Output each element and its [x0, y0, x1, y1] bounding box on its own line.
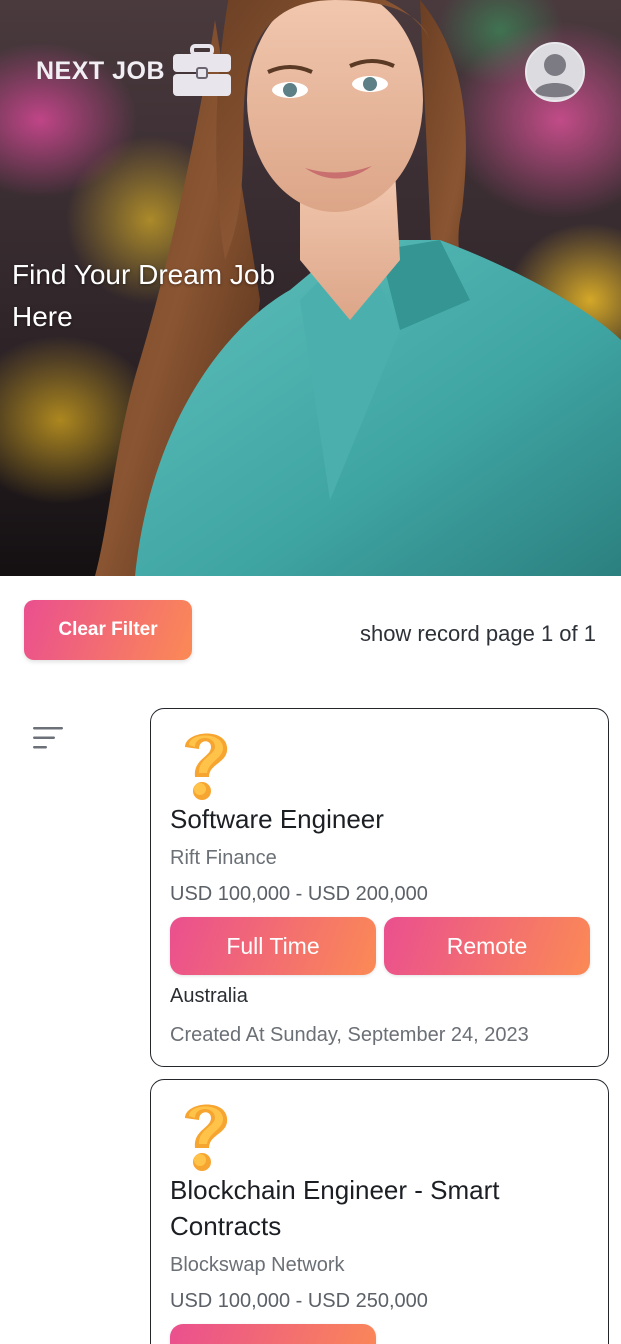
- work-mode-badge[interactable]: Remote: [384, 917, 590, 975]
- brand-name: NEXT JOB: [36, 56, 166, 85]
- job-company: Rift Finance: [170, 847, 277, 869]
- briefcase-icon: [173, 44, 232, 96]
- job-card[interactable]: Software Engineer Rift Finance USD 100,0…: [150, 708, 609, 1067]
- hero-banner: NEXT JOB Find Your Dream Job Here: [0, 0, 621, 576]
- job-title: Blockchain Engineer - Smart Contracts: [170, 1175, 500, 1241]
- clear-filter-button[interactable]: Clear Filter: [24, 600, 192, 660]
- job-salary: USD 100,000 - USD 250,000: [170, 1290, 428, 1312]
- job-salary: USD 100,000 - USD 200,000: [170, 883, 428, 905]
- brand-logo[interactable]: NEXT JOB: [36, 44, 233, 98]
- job-card[interactable]: Blockchain Engineer - Smart Contracts Bl…: [150, 1079, 609, 1344]
- employment-type-badge[interactable]: Full Time: [170, 917, 376, 975]
- question-mark-icon: [185, 733, 228, 800]
- user-avatar-icon: [527, 44, 583, 100]
- job-created-date: Created At Sunday, September 24, 2023: [170, 1024, 529, 1046]
- question-mark-icon: [185, 1104, 228, 1171]
- filter-menu-icon[interactable]: [33, 725, 63, 751]
- hero-title: Find Your Dream Job Here: [12, 259, 276, 332]
- job-company: Blockswap Network: [170, 1254, 345, 1276]
- user-avatar-button[interactable]: [525, 42, 585, 102]
- job-title: Software Engineer: [170, 804, 384, 834]
- page-info: show record page 1 of 1: [359, 621, 596, 646]
- job-location: Australia: [170, 985, 248, 1007]
- employment-type-badge[interactable]: [170, 1324, 376, 1344]
